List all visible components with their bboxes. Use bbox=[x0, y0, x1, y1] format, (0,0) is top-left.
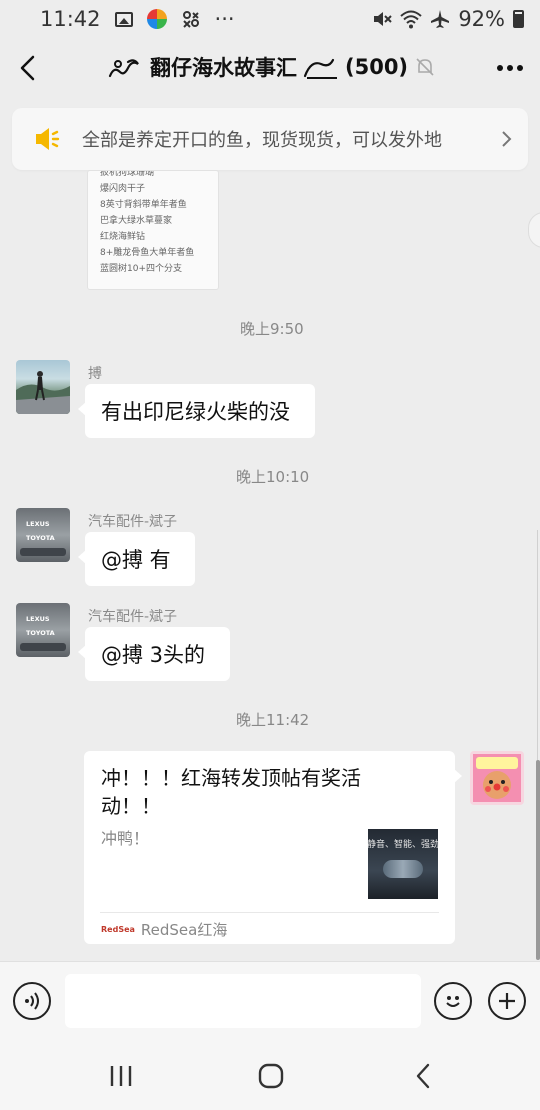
source-name: RedSea红海 bbox=[140, 921, 228, 939]
card-thumbnail: 静音、智能、强劲 bbox=[367, 829, 440, 899]
status-time: 11:42 bbox=[40, 7, 101, 31]
game-icon bbox=[182, 11, 199, 28]
input-bar bbox=[0, 961, 540, 1041]
system-nav-bar bbox=[0, 1041, 540, 1110]
plus-button[interactable] bbox=[488, 982, 526, 1020]
floating-edge-tab[interactable] bbox=[528, 212, 540, 248]
emoji-icon bbox=[446, 996, 460, 1007]
member-count: (500) bbox=[345, 55, 409, 79]
divider bbox=[100, 912, 439, 913]
image-text-line: 蓝圆树10+四个分支 bbox=[100, 264, 182, 274]
avatar-brand-text: LEXUS bbox=[26, 520, 50, 528]
recent-apps-button[interactable] bbox=[105, 1061, 137, 1091]
chevron-right-icon bbox=[502, 131, 512, 147]
group-notice[interactable]: 全部是养定开口的鱼，现货现货，可以发外地 bbox=[12, 108, 528, 170]
image-text-line: 8英寸背斜带单年者鱼 bbox=[100, 200, 187, 210]
back-arrow-icon bbox=[20, 55, 35, 81]
source-logo: RedSea bbox=[101, 925, 135, 934]
avatar-car-shape bbox=[20, 643, 66, 651]
sender-name: 搏 bbox=[88, 366, 102, 382]
plus-icon bbox=[499, 993, 515, 1009]
sender-name: 汽车配件-斌子 bbox=[88, 514, 178, 530]
image-message[interactable]: 扳机狗球珊瑚 爆闪肉干子 8英寸背斜带单年者鱼 巴拿大绿水草蔓家 红烧海鲜钻 8+雕龙骨鱼… bbox=[87, 170, 219, 290]
time-separator: 晚上9:50 bbox=[240, 320, 304, 338]
battery-percent: 92% bbox=[458, 7, 505, 31]
avatar-photo bbox=[16, 371, 70, 414]
speaker-icon bbox=[36, 128, 60, 150]
avatar-car-shape bbox=[20, 548, 66, 556]
avatar-brand-text: TOYOTA bbox=[26, 629, 55, 637]
back-button[interactable] bbox=[10, 50, 46, 86]
message-input[interactable] bbox=[65, 974, 421, 1028]
back-icon bbox=[416, 1063, 430, 1089]
avatar-brand-text: LEXUS bbox=[26, 615, 50, 623]
battery-icon bbox=[513, 10, 524, 28]
image-message-text: 扳机狗球珊瑚 爆闪肉干子 8英寸背斜带单年者鱼 巴拿大绿水草蔓家 红烧海鲜钻 8+雕龙骨鱼… bbox=[88, 170, 218, 277]
image-text-line: 8+雕龙骨鱼大单年者鱼 bbox=[100, 248, 195, 258]
image-text-line: 红烧海鲜钻 bbox=[100, 232, 146, 242]
airplane-icon bbox=[431, 10, 450, 28]
avatar-brand-text: TOYOTA bbox=[26, 534, 55, 542]
group-name: 翻仔海水故事汇 bbox=[150, 56, 297, 80]
wave-emoji-icon bbox=[303, 58, 337, 79]
message-bubble[interactable]: @搏 有 bbox=[78, 532, 195, 586]
recent-apps-icon bbox=[110, 1066, 132, 1086]
notice-text: 全部是养定开口的鱼，现货现货，可以发外地 bbox=[82, 130, 442, 151]
status-bar: 11:42 ··· 92% bbox=[0, 0, 540, 38]
card-description: 冲鸭！ bbox=[101, 829, 150, 848]
chat-title[interactable]: 翻仔海水故事汇 (500) bbox=[108, 52, 436, 82]
emoji-button[interactable] bbox=[434, 982, 472, 1020]
card-thumbnail-text: 静音、智能、强劲 bbox=[367, 840, 440, 850]
home-button[interactable] bbox=[254, 1061, 288, 1091]
message-bubble[interactable]: @搏 3头的 bbox=[78, 627, 230, 681]
message-bubble[interactable]: 有出印尼绿火柴的没 bbox=[78, 384, 315, 438]
wifi-icon bbox=[400, 10, 422, 29]
avatar[interactable]: LEXUS TOYOTA bbox=[16, 603, 70, 657]
image-text-line: 巴拿大绿水草蔓家 bbox=[100, 216, 173, 226]
mute-icon bbox=[374, 12, 393, 26]
muted-bell-icon bbox=[416, 58, 434, 76]
chat-header: 翻仔海水故事汇 (500) bbox=[0, 38, 540, 100]
cartoon-avatar-image bbox=[473, 754, 521, 802]
avatar[interactable]: LEXUS TOYOTA bbox=[16, 508, 70, 562]
time-separator: 晚上10:10 bbox=[236, 468, 310, 486]
sender-name: 汽车配件-斌子 bbox=[88, 609, 178, 625]
image-text-line: 扳机狗球珊瑚 bbox=[100, 170, 155, 178]
app-notification-icon bbox=[146, 9, 167, 29]
scrollbar[interactable] bbox=[536, 760, 540, 960]
voice-icon bbox=[25, 992, 39, 1010]
image-text-line: 爆闪肉干子 bbox=[100, 184, 146, 194]
gallery-icon bbox=[114, 11, 133, 27]
wave-emoji-icon bbox=[108, 59, 139, 78]
more-notifications: ··· bbox=[214, 7, 235, 31]
my-avatar[interactable] bbox=[470, 751, 524, 805]
more-icon bbox=[497, 65, 523, 71]
nav-back-button[interactable] bbox=[408, 1061, 438, 1091]
link-card-message[interactable]: 冲！！！红海转发顶帖有奖活动！！ 冲鸭！ 静音、智能、强劲 RedSea Red… bbox=[84, 751, 462, 944]
card-source: RedSea RedSea红海 bbox=[101, 919, 227, 940]
more-button[interactable] bbox=[494, 54, 526, 82]
time-separator: 晚上11:42 bbox=[236, 711, 310, 729]
card-title: 冲！！！红海转发顶帖有奖活动！！ bbox=[101, 766, 361, 818]
voice-button[interactable] bbox=[13, 982, 51, 1020]
avatar[interactable] bbox=[16, 360, 70, 414]
pump-image bbox=[383, 860, 423, 878]
home-icon bbox=[258, 1063, 284, 1089]
